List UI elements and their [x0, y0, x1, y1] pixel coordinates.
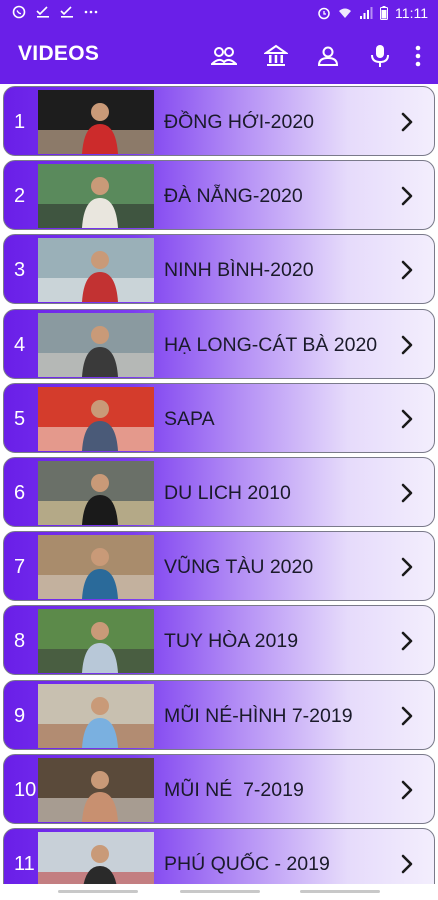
group-button[interactable] — [204, 38, 244, 74]
mic-icon — [371, 45, 389, 67]
chevron-right-icon — [401, 261, 413, 280]
person-button[interactable] — [308, 38, 348, 74]
video-title: DU LICH 2010 — [164, 482, 291, 504]
chevron-right-icon — [401, 335, 413, 354]
video-thumbnail — [38, 609, 154, 674]
video-number: 9 — [14, 704, 26, 727]
video-number: 6 — [14, 482, 26, 504]
more-options-button[interactable] — [406, 38, 430, 74]
video-number: 1 — [14, 111, 26, 133]
video-thumbnail — [38, 386, 154, 451]
video-thumbnail — [38, 535, 154, 600]
video-list-item[interactable]: 3 NINH BÌNH-2020 — [3, 234, 435, 305]
chevron-right-icon — [401, 186, 413, 206]
video-title: VŨNG TÀU 2020 — [164, 556, 314, 579]
status-time: 11:11 — [395, 5, 428, 21]
video-title: HẠ LONG-CÁT BÀ 2020 — [164, 333, 378, 356]
video-number: 3 — [14, 259, 26, 282]
chevron-right-icon — [401, 483, 413, 503]
chevron-right-icon — [401, 112, 413, 132]
video-number: 8 — [14, 630, 26, 653]
video-list-item[interactable]: 10 MŨI NÉ 7-2019 — [3, 753, 435, 824]
nav-bar-hint — [0, 884, 438, 900]
check-icon — [36, 6, 49, 18]
chevron-right-icon — [401, 409, 413, 429]
video-title: NINH BÌNH-2020 — [164, 259, 314, 282]
overflow-dots-icon — [84, 10, 98, 14]
status-bar: 11:11 — [0, 0, 438, 28]
video-thumbnail — [38, 461, 154, 525]
video-thumbnail — [38, 164, 154, 229]
chevron-right-icon — [401, 780, 413, 800]
video-list-item[interactable]: 5 SAPA — [3, 382, 435, 453]
chevron-right-icon — [401, 632, 413, 651]
more-vert-icon — [415, 45, 421, 67]
video-list-item[interactable]: 6 DU LICH 2010 — [3, 457, 435, 527]
video-title: SAPA — [164, 407, 215, 430]
video-thumbnail — [38, 683, 154, 748]
app-bar-actions — [192, 38, 430, 74]
video-list-item[interactable]: 4 HẠ LONG-CÁT BÀ 2020 — [3, 308, 435, 379]
video-thumbnail — [38, 312, 154, 377]
building-icon — [264, 44, 288, 66]
group-icon — [211, 47, 237, 65]
video-list-item[interactable]: 2 ĐÀ NẴNG-2020 — [3, 160, 435, 231]
video-number: 4 — [14, 333, 26, 356]
video-title: MŨI NÉ-HÌNH 7-2019 — [164, 704, 353, 727]
video-title: MŨI NÉ 7-2019 — [164, 778, 304, 801]
status-bar-left — [12, 5, 98, 19]
video-number: 7 — [14, 556, 26, 579]
video-number: 2 — [14, 185, 26, 208]
chevron-right-icon — [401, 854, 413, 874]
wifi-icon — [339, 8, 352, 18]
status-bar-right: 11:11 — [317, 5, 428, 21]
video-thumbnail — [38, 238, 154, 303]
viber-icon — [12, 5, 26, 19]
chevron-right-icon — [401, 557, 413, 577]
video-list-item[interactable]: 8 TUY HÒA 2019 — [3, 605, 435, 676]
app-bar: VIDEOS — [0, 28, 438, 84]
chevron-right-icon — [401, 706, 413, 725]
check-icon — [60, 6, 73, 18]
battery-icon — [380, 6, 389, 20]
video-title: ĐỒNG HỚI-2020 — [164, 111, 315, 133]
signal-icon — [360, 7, 373, 19]
video-list-item[interactable]: 7 VŨNG TÀU 2020 — [3, 531, 435, 602]
video-number: 5 — [14, 407, 26, 430]
page-title: VIDEOS — [18, 42, 100, 65]
video-list-item[interactable]: 1 ĐỒNG HỚI-2020 — [3, 86, 435, 156]
alarm-icon — [318, 7, 330, 20]
video-thumbnail — [38, 90, 154, 154]
video-list-item[interactable]: 9 MŨI NÉ-HÌNH 7-2019 — [3, 679, 435, 750]
video-thumbnail — [38, 757, 154, 822]
mic-button[interactable] — [360, 38, 400, 74]
person-icon — [317, 46, 339, 66]
building-button[interactable] — [256, 38, 296, 74]
video-title: TUY HÒA 2019 — [164, 630, 299, 653]
video-title: ĐÀ NẴNG-2020 — [164, 185, 303, 208]
video-number: 10 — [14, 778, 37, 801]
